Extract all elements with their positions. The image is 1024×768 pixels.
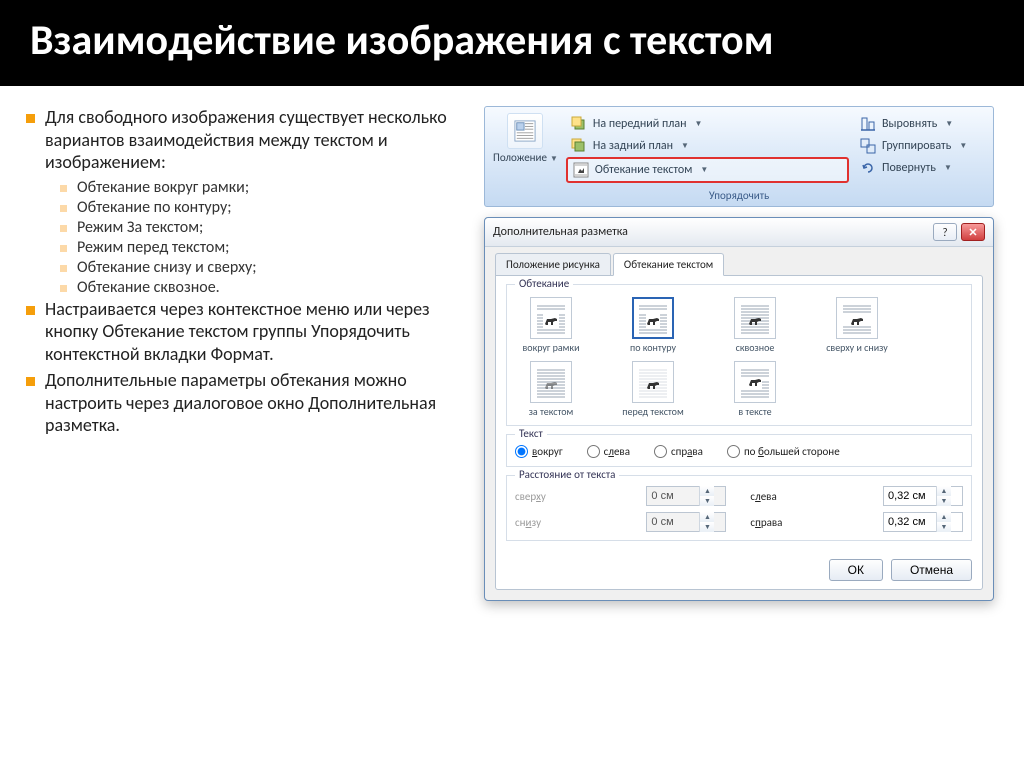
wrap-option-5[interactable]: перед текстом: [617, 361, 689, 417]
wrap-option-icon: [734, 361, 776, 403]
position-button[interactable]: Положение▼: [493, 113, 558, 164]
dialog-title: Дополнительная разметка: [493, 225, 929, 239]
position-icon: [507, 113, 543, 149]
ok-button[interactable]: ОК: [829, 559, 883, 581]
dist-top-label: сверхусверху: [515, 490, 622, 503]
wrap-option-4[interactable]: за текстом: [515, 361, 587, 417]
wrap-option-label: сверху и снизу: [821, 342, 893, 353]
dist-bottom-spin: ▲▼: [646, 512, 726, 532]
ribbon-group-label: Упорядочить: [493, 189, 985, 202]
text-side-group: Текст ввокругокруг слеваслева справаспра…: [506, 434, 972, 467]
list-item: Обтекание по контуру;: [60, 198, 466, 218]
align-button[interactable]: Выровнять▼: [855, 113, 985, 135]
rotate-icon: [859, 159, 877, 177]
wrap-style-group: Обтекание вокруг рамкипо контурусквозное…: [506, 284, 972, 426]
text-wrap-button[interactable]: Обтекание текстом▼: [566, 157, 849, 183]
list-item: Режим За текстом;: [60, 218, 466, 238]
wrap-option-label: сквозное: [719, 342, 791, 353]
wrap-option-label: вокруг рамки: [515, 342, 587, 353]
send-to-back-button[interactable]: На задний план▼: [566, 135, 849, 157]
wrap-option-3[interactable]: сверху и снизу: [821, 297, 893, 353]
radio-right[interactable]: справасправа: [654, 445, 703, 458]
close-button[interactable]: ✕: [961, 223, 985, 241]
radio-around[interactable]: ввокругокруг: [515, 445, 563, 458]
wrap-option-label: по контуру: [617, 342, 689, 353]
wrap-option-2[interactable]: сквозное: [719, 297, 791, 353]
dist-left-label: слеваслева: [750, 490, 859, 503]
wrap-option-icon: [734, 297, 776, 339]
wrap-option-label: за текстом: [515, 406, 587, 417]
rotate-button[interactable]: Повернуть▼: [855, 157, 985, 179]
group-button[interactable]: Группировать▼: [855, 135, 985, 157]
bring-front-icon: [570, 115, 588, 133]
radio-largest[interactable]: по большей сторонепо большей стороне: [727, 445, 840, 458]
tab-text-wrapping[interactable]: Обтекание текстом: [613, 253, 724, 276]
wrap-option-icon: [530, 361, 572, 403]
cancel-button[interactable]: Отмена: [891, 559, 972, 581]
list-item: Обтекание снизу и сверху;: [60, 258, 466, 278]
list-item: Обтекание вокруг рамки;: [60, 178, 466, 198]
wrap-option-icon: [836, 297, 878, 339]
wrap-option-icon: [632, 361, 674, 403]
wrap-option-label: перед текстом: [617, 406, 689, 417]
list-item: Режим перед текстом;: [60, 238, 466, 258]
list-item: Настраивается через контекстное меню или…: [26, 298, 466, 366]
ribbon-arrange-group: Положение▼ На передний план▼ На задний п…: [484, 106, 994, 207]
wrap-option-icon: [632, 297, 674, 339]
dist-right-label: справасправа: [750, 516, 859, 529]
wrap-option-label: в тексте: [719, 406, 791, 417]
list-item: Для свободного изображения существует не…: [26, 106, 466, 174]
slide-title: Взаимодействие изображения с текстом: [30, 18, 994, 64]
help-button[interactable]: ?: [933, 223, 957, 241]
bring-to-front-button[interactable]: На передний план▼: [566, 113, 849, 135]
list-item: Дополнительные параметры обтекания можно…: [26, 369, 466, 437]
distance-group: Расстояние от текста сверхусверху ▲▼ сле…: [506, 475, 972, 541]
text-wrap-icon: [572, 161, 590, 179]
send-back-icon: [570, 137, 588, 155]
dist-top-spin: ▲▼: [646, 486, 726, 506]
bullet-list: Для свободного изображения существует не…: [26, 106, 466, 601]
wrap-option-0[interactable]: вокруг рамки: [515, 297, 587, 353]
slide-title-bar: Взаимодействие изображения с текстом: [0, 0, 1024, 86]
radio-left[interactable]: слеваслева: [587, 445, 630, 458]
wrap-option-icon: [530, 297, 572, 339]
dist-right-spin[interactable]: ▲▼: [883, 512, 963, 532]
align-icon: [859, 115, 877, 133]
wrap-option-6[interactable]: в тексте: [719, 361, 791, 417]
dist-bottom-label: снизуснизу: [515, 516, 622, 529]
tab-picture-position[interactable]: Положение рисунка: [495, 253, 611, 276]
advanced-layout-dialog: Дополнительная разметка ? ✕ Положение ри…: [484, 217, 994, 601]
dist-left-spin[interactable]: ▲▼: [883, 486, 963, 506]
group-icon: [859, 137, 877, 155]
list-item: Обтекание сквозное.: [60, 278, 466, 298]
wrap-option-1[interactable]: по контуру: [617, 297, 689, 353]
